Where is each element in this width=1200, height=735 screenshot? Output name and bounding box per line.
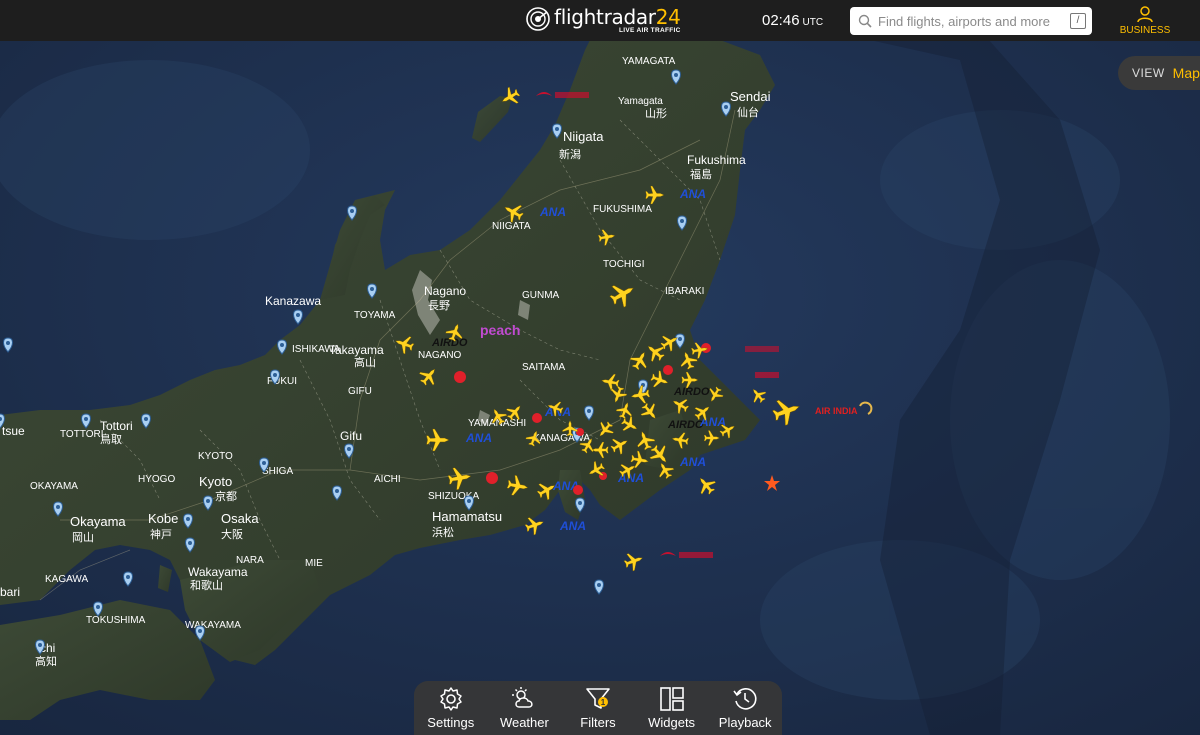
airline-label: ANA <box>559 519 586 533</box>
search-icon <box>858 14 872 28</box>
map-label: WAKAYAMA <box>185 620 241 631</box>
map-label: Yamagata <box>618 96 663 107</box>
weather-button[interactable]: Weather <box>493 686 555 730</box>
filter-icon: 1 <box>586 688 610 709</box>
map-label: NAGANO <box>418 350 462 361</box>
flightradar24-logo[interactable]: flightradar24 LIVE AIR TRAFFIC <box>526 6 681 38</box>
widgets-label: Widgets <box>648 715 696 730</box>
bottom-toolbar: Settings Weather 1 Filters Widgets Playb… <box>414 681 782 735</box>
map-label: Kyoto <box>199 474 232 489</box>
map-label: 長野 <box>428 299 450 312</box>
map-label: 大阪 <box>221 527 243 541</box>
map-label: 高山 <box>354 355 376 369</box>
map-label: TOYAMA <box>354 310 396 321</box>
airline-label: peach <box>480 322 520 338</box>
map-label: AICHI <box>374 474 401 485</box>
map-label: 岡山 <box>72 531 94 544</box>
airline-label: AIRDO <box>667 419 704 431</box>
search-input[interactable] <box>878 13 1068 29</box>
map-label: KYOTO <box>198 451 233 462</box>
widgets-icon <box>659 687 684 711</box>
map-label: Kobe <box>148 511 178 526</box>
map-label: 神戸 <box>150 527 172 541</box>
map-label: 山形 <box>645 107 667 120</box>
map-label: Tottori <box>100 419 133 433</box>
settings-label: Settings <box>427 715 475 730</box>
map-label: TOTTORI <box>60 429 104 440</box>
svg-text:1: 1 <box>601 698 606 707</box>
map-label: 鳥取 <box>100 432 122 446</box>
playback-button[interactable]: Playback <box>714 686 776 730</box>
airline-label: AIR INDIA <box>815 406 858 416</box>
map-label: 仙台 <box>737 105 759 119</box>
airline-label: ANA <box>699 415 726 429</box>
map-label: Kanazawa <box>265 294 321 308</box>
map-label: TOKUSHIMA <box>86 615 146 626</box>
map-label: Sendai <box>730 89 771 104</box>
map-label: GUNMA <box>522 290 560 301</box>
search-box[interactable]: / <box>850 7 1092 35</box>
map-label: tsue <box>2 424 25 438</box>
map-label: 新潟 <box>559 147 581 161</box>
clock-time: 02:46 <box>762 12 800 29</box>
weather-label: Weather <box>499 715 549 730</box>
view-mode-button[interactable]: VIEW Map <box>1118 56 1200 90</box>
map-label: 京都 <box>215 489 237 503</box>
map-label: YAMAGATA <box>622 56 676 67</box>
airline-label: ANA <box>539 205 566 219</box>
map-label: Nagano <box>424 284 466 298</box>
top-bar: flightradar24 LIVE AIR TRAFFIC 02:46 UTC … <box>0 0 1200 41</box>
map-label: Osaka <box>221 511 259 526</box>
map-label: Fukushima <box>687 153 746 167</box>
map-label: Okayama <box>70 514 126 529</box>
playback-label: Playback <box>718 715 772 730</box>
widgets-button[interactable]: Widgets <box>641 686 703 730</box>
map-label: IBARAKI <box>665 286 704 297</box>
view-label: VIEW <box>1132 66 1165 80</box>
map-label: FUKUSHIMA <box>593 204 652 215</box>
flight-map[interactable]: YAMAGATA Yamagata 山形 Sendai 仙台 Niigata 新… <box>0 0 1200 735</box>
map-label: Wakayama <box>188 565 248 579</box>
business-button[interactable]: BUSINESS <box>1118 5 1172 36</box>
map-label: YAMANASHI <box>468 418 526 429</box>
playback-icon <box>733 688 757 710</box>
business-label: BUSINESS <box>1119 25 1171 36</box>
settings-button[interactable]: Settings <box>420 686 482 730</box>
map-label: OKAYAMA <box>30 481 78 492</box>
map-label: 福島 <box>690 167 712 181</box>
filters-label: Filters <box>580 715 616 730</box>
search-shortcut-key: / <box>1070 13 1086 29</box>
airline-label: ANA <box>679 455 706 469</box>
airline-label: AIRDO <box>673 386 710 398</box>
map-label: 浜松 <box>432 525 454 539</box>
map-label: NIIGATA <box>492 221 531 232</box>
map-label: 和歌山 <box>190 578 223 592</box>
user-icon <box>1137 6 1153 23</box>
logo-text: flightradar <box>554 5 656 29</box>
map-label: TOCHIGI <box>603 259 644 270</box>
map-label: 高知 <box>35 654 57 668</box>
utc-clock: 02:46 UTC <box>762 12 823 29</box>
map-label: bari <box>0 585 20 599</box>
clock-timezone: UTC <box>802 17 824 28</box>
map-label: GIFU <box>348 386 372 397</box>
map-label: KAGAWA <box>45 574 88 585</box>
view-value: Map <box>1172 65 1200 81</box>
airline-label: ANA <box>679 187 706 201</box>
map-label: MIE <box>305 558 323 569</box>
airline-label: ANA <box>465 431 492 445</box>
map-label: Hamamatsu <box>432 509 502 524</box>
radar-logo-icon <box>526 7 550 31</box>
logo-number: 24 <box>655 5 681 29</box>
map-label: Niigata <box>563 129 604 144</box>
weather-icon <box>512 687 534 708</box>
map-label: Gifu <box>340 429 362 443</box>
map-label: HYOGO <box>138 474 175 485</box>
gear-icon <box>440 687 462 711</box>
map-label: SAITAMA <box>522 362 565 373</box>
map-label: Takayama <box>329 343 384 357</box>
filters-button[interactable]: 1 Filters <box>567 686 629 730</box>
